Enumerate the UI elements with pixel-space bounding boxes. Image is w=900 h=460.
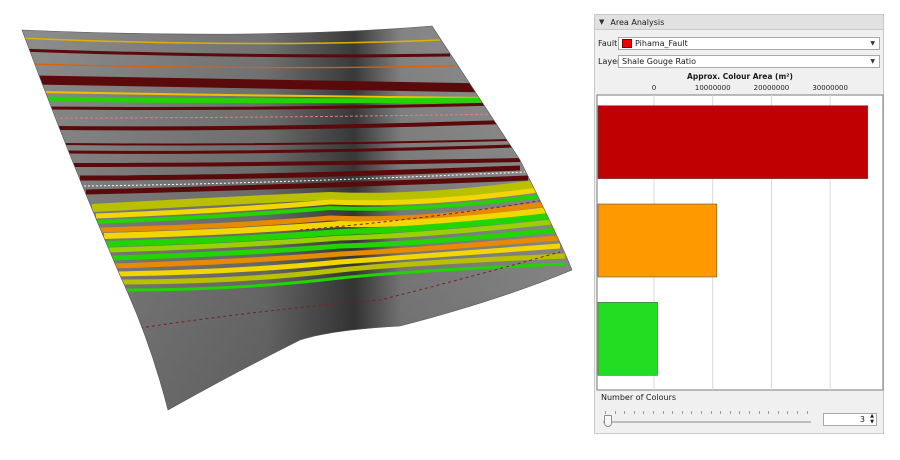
slider-tick — [624, 411, 626, 414]
slider-tick — [643, 411, 645, 414]
colours-spinbox[interactable]: 3 ▲ ▼ — [823, 413, 877, 426]
x-tick-label: 10000000 — [695, 84, 731, 92]
collapse-triangle-icon[interactable]: ▼ — [599, 18, 604, 26]
fault-color-swatch — [622, 39, 632, 48]
number-of-colours-label: Number of Colours — [601, 393, 677, 402]
area-analysis-panel: ▼ Area Analysis Fault: Pihama_Fault ▼ La… — [594, 14, 884, 434]
x-tick-label: 20000000 — [754, 84, 790, 92]
fault-surface — [22, 26, 572, 410]
slider-tick — [749, 411, 750, 414]
x-tick-label: 0 — [652, 84, 656, 92]
bar-colour-3 — [597, 302, 658, 376]
slider-tick — [739, 411, 741, 414]
slider-tick — [729, 411, 731, 414]
colours-slider-handle[interactable] — [604, 415, 612, 427]
chevron-down-icon[interactable]: ▼ — [870, 38, 875, 49]
slider-tick — [787, 411, 789, 414]
slider-tick — [797, 411, 798, 414]
slider-tick — [758, 411, 760, 414]
fault-dropdown[interactable]: Pihama_Fault ▼ — [618, 37, 880, 50]
fault-3d-viewport[interactable] — [0, 0, 590, 460]
slider-tick — [701, 411, 702, 414]
slider-tick — [681, 411, 683, 414]
slider-tick — [662, 411, 664, 414]
slider-tick — [633, 411, 635, 414]
slider-tick — [672, 411, 674, 414]
slider-tick — [691, 411, 693, 414]
spin-arrows-icon[interactable]: ▲ ▼ — [870, 413, 874, 425]
area-bar-chart: 0 10000000 20000000 30000000 — [596, 84, 884, 391]
bar-colour-1 — [597, 105, 869, 179]
slider-tick — [768, 411, 770, 414]
fault-value: Pihama_Fault — [635, 39, 688, 48]
colours-slider-track[interactable] — [603, 421, 811, 423]
slider-tick — [614, 411, 616, 414]
slider-tick — [777, 411, 779, 414]
layer-dropdown[interactable]: Shale Gouge Ratio ▼ — [618, 55, 880, 68]
x-tick-label: 30000000 — [812, 84, 848, 92]
slider-tick — [806, 411, 808, 414]
fault-surface-render[interactable] — [0, 0, 590, 460]
chevron-down-icon[interactable]: ▼ — [870, 56, 875, 67]
layer-value: Shale Gouge Ratio — [622, 57, 696, 66]
slider-tick — [710, 411, 712, 414]
panel-header[interactable]: ▼ Area Analysis — [595, 15, 883, 30]
slider-tick — [653, 411, 654, 414]
colours-spinbox-value: 3 — [859, 415, 865, 424]
slider-tick — [605, 411, 606, 414]
bar-colour-2 — [597, 203, 718, 278]
slider-tick — [720, 411, 722, 414]
panel-title: Area Analysis — [610, 17, 665, 27]
